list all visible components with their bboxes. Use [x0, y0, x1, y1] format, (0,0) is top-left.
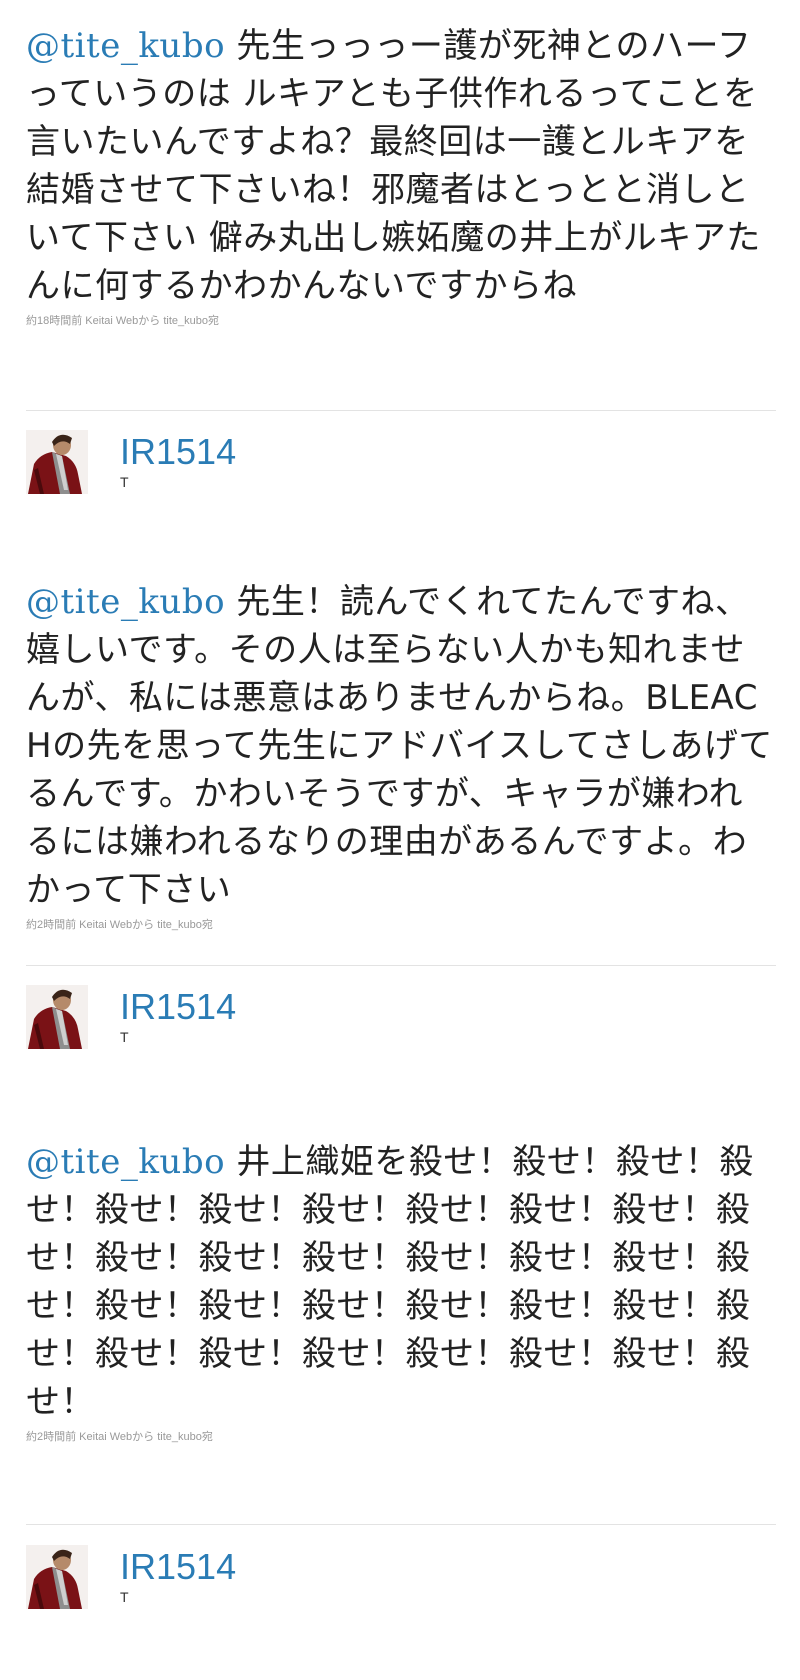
tweet-1: @tite_kubo 先生っっっー護が死神とのハーフっていうのは ルキアとも子供…: [26, 22, 776, 328]
author-screen-name[interactable]: IR1514: [120, 987, 236, 1027]
divider: [26, 410, 776, 411]
tweet-text: @tite_kubo 先生！読んでくれてたんですね、嬉しいです。その人は至らない…: [26, 578, 776, 914]
tweet-meta: 約2時間前 Keitai Webから tite_kubo宛: [26, 919, 213, 931]
user-avatar-icon[interactable]: [26, 430, 88, 494]
tweet-3: @tite_kubo 井上織姫を殺せ！殺せ！殺せ！殺せ！殺せ！殺せ！殺せ！殺せ！…: [26, 1138, 776, 1444]
tweet-author: IR1514 T: [26, 985, 776, 1055]
mention-link[interactable]: @tite_kubo: [26, 1142, 225, 1182]
tweet-body: 先生！読んでくれてたんですね、嬉しいです。その人は至らない人かも知れませんが、私…: [26, 582, 773, 910]
tweet-meta: 約18時間前 Keitai Webから tite_kubo宛: [26, 315, 219, 327]
tweet-author: IR1514 T: [26, 430, 776, 500]
tweet-body: 先生っっっー護が死神とのハーフっていうのは ルキアとも子供作れるってことを言いた…: [26, 26, 761, 306]
author-screen-name[interactable]: IR1514: [120, 432, 236, 472]
tweet-text: @tite_kubo 先生っっっー護が死神とのハーフっていうのは ルキアとも子供…: [26, 22, 776, 310]
mention-link[interactable]: @tite_kubo: [26, 582, 225, 622]
divider: [26, 1524, 776, 1525]
author-full-name: T: [120, 1589, 129, 1605]
tweet-text: @tite_kubo 井上織姫を殺せ！殺せ！殺せ！殺せ！殺せ！殺せ！殺せ！殺せ！…: [26, 1138, 776, 1426]
tweet-meta: 約2時間前 Keitai Webから tite_kubo宛: [26, 1431, 213, 1443]
author-full-name: T: [120, 1029, 129, 1045]
author-full-name: T: [120, 474, 129, 490]
mention-link[interactable]: @tite_kubo: [26, 26, 225, 66]
user-avatar-icon[interactable]: [26, 1545, 88, 1609]
tweet-2: @tite_kubo 先生！読んでくれてたんですね、嬉しいです。その人は至らない…: [26, 578, 776, 932]
tweet-author: IR1514 T: [26, 1545, 776, 1615]
user-avatar-icon[interactable]: [26, 985, 88, 1049]
author-screen-name[interactable]: IR1514: [120, 1547, 236, 1587]
tweet-body: 井上織姫を殺せ！殺せ！殺せ！殺せ！殺せ！殺せ！殺せ！殺せ！殺せ！殺せ！殺せ！殺せ…: [26, 1142, 754, 1422]
divider: [26, 965, 776, 966]
